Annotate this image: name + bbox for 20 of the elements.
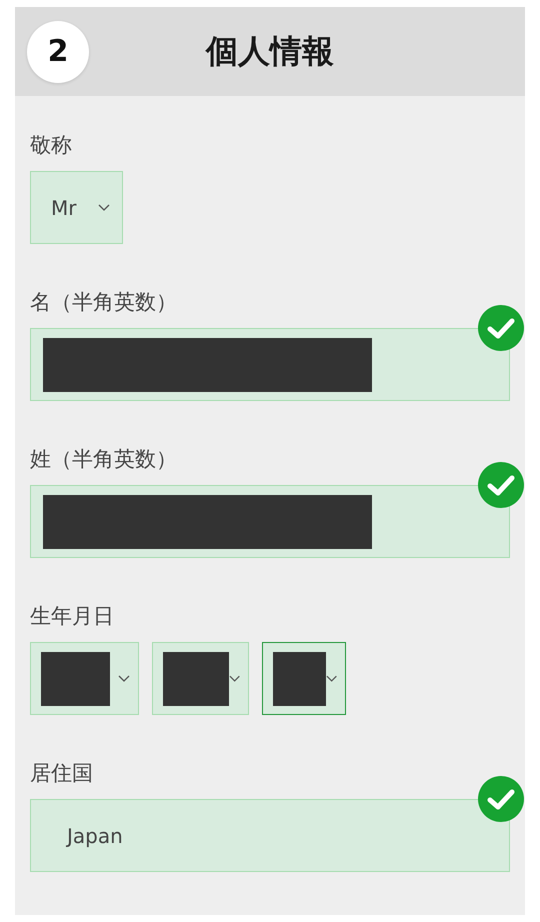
input-field[interactable]	[30, 485, 510, 558]
field-label: 居住国	[30, 760, 93, 786]
step-badge: 2	[27, 20, 89, 82]
date-select[interactable]	[152, 642, 249, 715]
input-field[interactable]: Japan	[30, 799, 510, 872]
chevron-icon	[118, 674, 130, 682]
title-select[interactable]: Mr	[30, 171, 123, 244]
input-value: Japan	[65, 824, 123, 848]
select-value: Mr	[51, 196, 76, 220]
input-field[interactable]	[30, 328, 510, 401]
field-label: 敬称	[30, 132, 72, 158]
field-label: 姓（半角英数）	[30, 446, 177, 472]
date-select[interactable]	[30, 642, 139, 715]
date-select[interactable]	[262, 642, 346, 715]
chevron-icon	[228, 674, 240, 682]
chevron-icon	[98, 204, 110, 212]
chevron-icon	[326, 674, 337, 682]
field-label: 生年月日	[30, 603, 114, 629]
field-label: 名（半角英数）	[30, 289, 177, 315]
section-title: 個人情報	[206, 30, 335, 72]
